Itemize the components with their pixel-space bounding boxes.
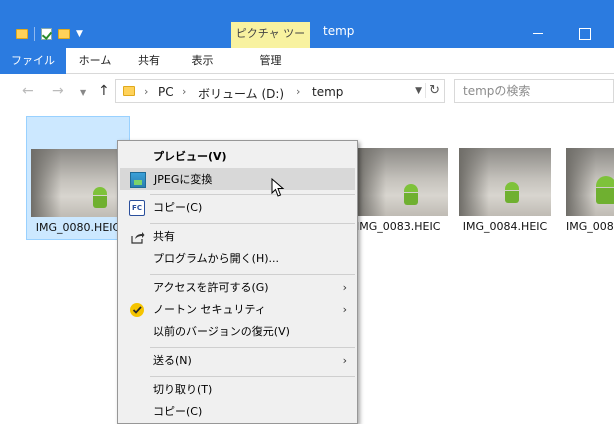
mouse-cursor-icon [271,177,285,201]
refresh-icon[interactable]: ↻ [425,83,440,98]
folder-icon [16,29,28,39]
menu-separator [150,376,355,377]
up-arrow-icon[interactable]: ↑ [98,84,110,98]
ribbon-tab-bar: ファイル ホーム 共有 表示 管理 [0,48,614,74]
chevron-right-icon: › [342,303,347,316]
menu-item-preview[interactable]: プレビュー(V) [120,146,355,168]
fastcopy-icon: FC [129,200,145,216]
folder-icon [123,86,135,96]
file-item[interactable]: IMG_0084.HEIC [455,116,555,240]
address-bar[interactable]: › PC › ボリューム (D:) › temp ▼ ↻ [115,79,445,103]
chevron-right-icon[interactable]: › [182,85,186,98]
norton-check-icon [129,302,145,318]
chevron-right-icon[interactable]: › [296,85,300,98]
breadcrumb-volume-d[interactable]: ボリューム (D:) [198,85,284,102]
image-thumbnail [356,148,448,216]
menu-separator [150,194,355,195]
share-icon [129,229,145,245]
tab-home[interactable]: ホーム [66,48,124,74]
menu-item-send-to[interactable]: 送る(N) › [120,350,355,372]
file-item[interactable]: IMG_0080.HEIC [26,116,130,240]
forward-arrow-icon[interactable]: → [52,84,64,98]
chevron-down-icon[interactable]: ▼ [415,86,422,96]
menu-item-give-access[interactable]: アクセスを許可する(G) › [120,277,355,299]
title-bar: ▼ ピクチャ ツール temp [0,0,614,64]
menu-item-open-with[interactable]: プログラムから開く(H)... [120,248,355,270]
quick-access-toolbar: ▼ [16,24,83,44]
menu-separator [150,223,355,224]
maximize-button[interactable] [574,24,594,42]
file-name: IMG_0083.HEIC [356,220,441,233]
menu-item-cut[interactable]: 切り取り(T) [120,379,355,401]
file-item[interactable]: IMG_0085.HEIC [562,116,614,240]
menu-separator [150,347,355,348]
menu-separator [150,274,355,275]
file-name: IMG_0084.HEIC [462,220,548,233]
breadcrumb-pc[interactable]: PC [158,85,174,99]
image-thumbnail [566,148,614,216]
minimize-button[interactable] [528,24,548,42]
file-name: IMG_0085.HEIC [566,220,614,233]
tab-manage[interactable]: 管理 [231,48,310,74]
navigation-bar: ← → ▼ ↑ › PC › ボリューム (D:) › temp ▼ ↻ [0,74,614,110]
breadcrumb-temp[interactable]: temp [312,85,343,99]
menu-item-convert-to-jpeg[interactable]: JPEGに変換 [120,168,355,190]
context-menu: プレビュー(V) JPEGに変換 FC コピー(C) 共有 プログラムから開く(… [117,140,358,424]
tab-file[interactable]: ファイル [0,48,66,74]
menu-item-restore-previous-versions[interactable]: 以前のバージョンの復元(V) [120,321,355,343]
menu-item-fastcopy[interactable]: FC コピー(C) [120,197,355,219]
search-input[interactable] [454,79,614,103]
picture-tools-header: ピクチャ ツール [231,22,310,64]
toolbar-separator [34,27,35,41]
chevron-right-icon: › [342,281,347,294]
file-name: IMG_0080.HEIC [35,221,121,234]
chevron-right-icon: › [342,354,347,367]
jpeg-convert-icon [130,172,146,188]
file-item[interactable]: IMG_0083.HEIC [356,116,452,240]
properties-check-icon[interactable] [41,28,52,40]
tab-view[interactable]: 表示 [174,48,231,74]
menu-item-norton-security[interactable]: ノートン セキュリティ › [120,299,355,321]
chevron-right-icon[interactable]: › [144,85,148,98]
image-thumbnail [31,149,123,217]
image-thumbnail [459,148,551,216]
window-title: temp [323,24,355,38]
recent-locations-chevron-icon[interactable]: ▼ [80,86,86,100]
back-arrow-icon[interactable]: ← [22,84,34,98]
customize-toolbar-dropdown-icon[interactable]: ▼ [76,29,83,39]
menu-item-copy[interactable]: コピー(C) [120,401,355,423]
new-folder-icon[interactable] [58,29,70,39]
tab-share[interactable]: 共有 [124,48,174,74]
menu-item-share[interactable]: 共有 [120,226,355,248]
